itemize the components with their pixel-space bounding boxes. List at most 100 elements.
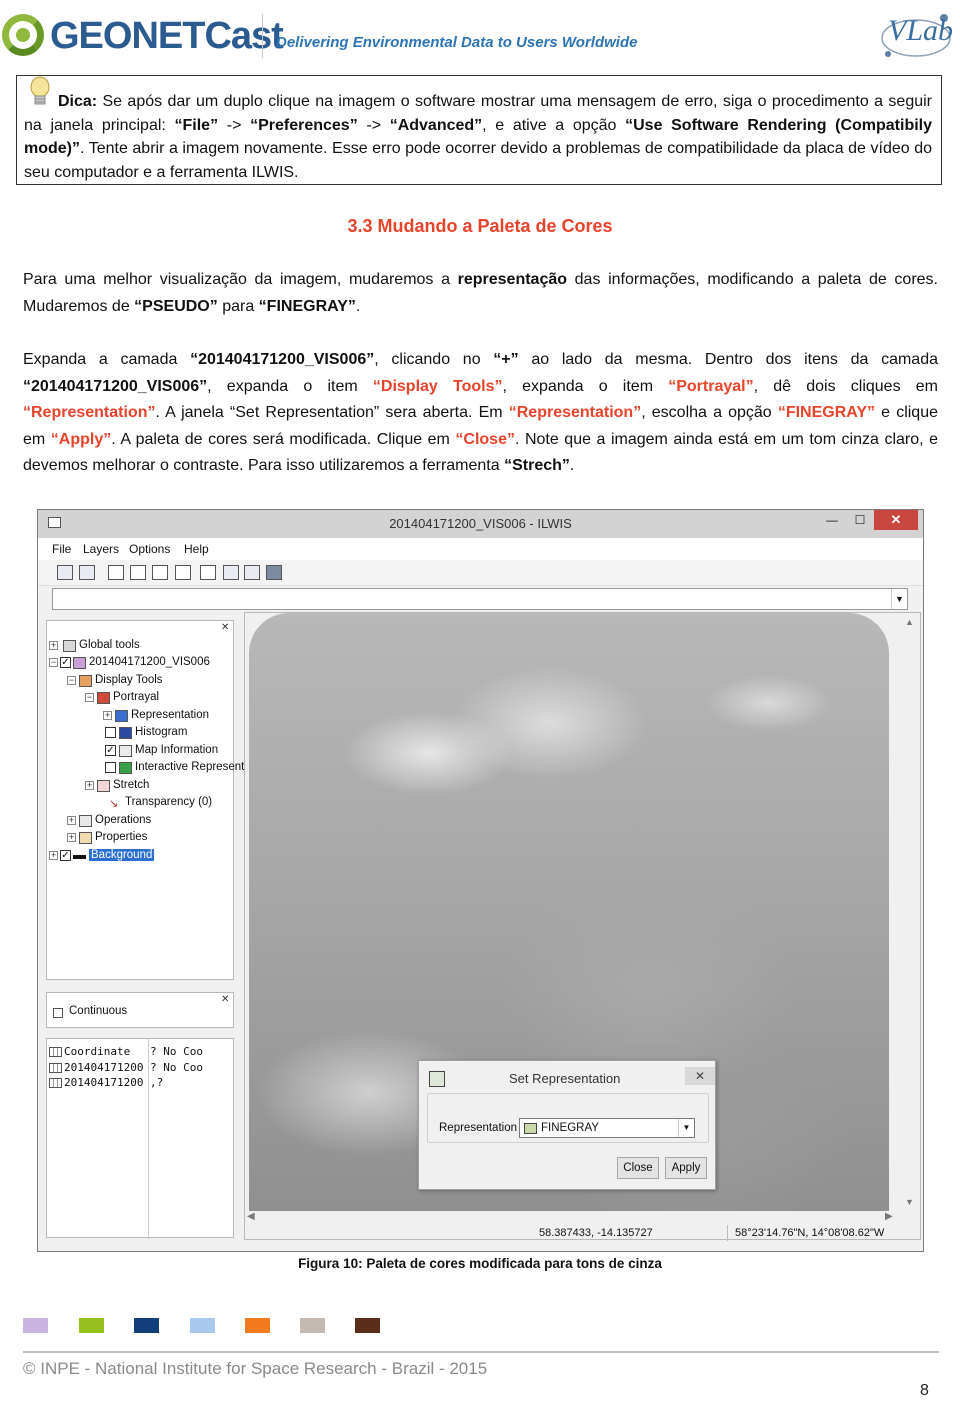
- menu-file[interactable]: File: [52, 542, 71, 556]
- geonetcast-logo-text: GEONETCast: [50, 15, 284, 57]
- expand-icon[interactable]: +: [67, 816, 76, 825]
- scroll-left-icon[interactable]: ◀: [247, 1211, 255, 1222]
- color-swatch: [23, 1318, 48, 1333]
- map-vscrollbar[interactable]: ▲ ▼: [901, 613, 919, 1213]
- command-line-input[interactable]: ▼: [52, 588, 908, 610]
- expand-icon[interactable]: +: [85, 781, 94, 790]
- menu-help[interactable]: Help: [184, 542, 209, 556]
- scroll-right-icon[interactable]: ▶: [885, 1211, 893, 1222]
- grid-icon: [49, 1078, 62, 1088]
- zoom-in-icon[interactable]: [130, 565, 146, 580]
- status-bar: 58.387433, -14.135727 58°23'14.76"N, 14°…: [535, 1225, 920, 1241]
- p2-text-2: , clicando no: [374, 351, 494, 368]
- checkbox-unchecked[interactable]: [105, 762, 116, 773]
- layers-icon[interactable]: [244, 565, 260, 580]
- menu-options[interactable]: Options: [129, 542, 170, 556]
- maximize-button[interactable]: ☐: [846, 510, 874, 530]
- operations-icon: [79, 815, 92, 827]
- toolbar: [38, 560, 923, 586]
- collapse-icon[interactable]: −: [85, 693, 94, 702]
- tip-label: Dica:: [58, 93, 98, 110]
- pane-close-icon[interactable]: ✕: [221, 994, 229, 1005]
- expand-icon[interactable]: +: [49, 851, 58, 860]
- scroll-up-icon[interactable]: ▲: [905, 617, 914, 627]
- p2-text-4: , expanda o item: [207, 377, 373, 395]
- p1-bold-2: “PSEUDO”: [134, 297, 218, 315]
- coord-row: 201404171200,?: [49, 1076, 163, 1091]
- tree-label: Portrayal: [113, 691, 160, 703]
- grid-icon: [49, 1047, 62, 1057]
- p2-text-10: . A paleta de cores será modificada. Cli…: [111, 430, 456, 448]
- collapse-icon[interactable]: −: [67, 676, 76, 685]
- checkbox-checked[interactable]: ✓: [105, 745, 116, 756]
- pane-close-icon[interactable]: ✕: [221, 622, 229, 633]
- palette-icon: [97, 692, 110, 704]
- layer-icon[interactable]: [223, 565, 239, 580]
- coord-value: ,?: [150, 1076, 164, 1089]
- p2-bold-2: “+”: [493, 351, 519, 368]
- tip-text: Dica: Se após dar um duplo clique na ima…: [24, 90, 932, 184]
- minimize-button[interactable]: —: [818, 510, 846, 530]
- figure-caption: Figura 10: Paleta de cores modificada pa…: [298, 1256, 662, 1271]
- menu-layers[interactable]: Layers: [83, 542, 119, 556]
- status-dms-coords: 58°23'14.76"N, 14°08'08.62"W: [735, 1227, 885, 1239]
- color-swatch: [190, 1318, 215, 1333]
- set-representation-dialog: Set Representation ✕ Representation FINE…: [418, 1060, 716, 1190]
- tree-label: Global tools: [79, 639, 140, 651]
- background-icon: [73, 855, 86, 859]
- tip-file: “File”: [174, 116, 219, 134]
- tree-label: Operations: [95, 814, 152, 826]
- tip-arrow-1: ->: [218, 116, 251, 134]
- p2-bold-1: “201404171200_VIS006”: [190, 351, 375, 368]
- coord-value: ? No Coo: [150, 1061, 203, 1074]
- dialog-close-icon[interactable]: ✕: [685, 1067, 715, 1085]
- p2-highlight-display-tools: “Display Tools”: [372, 377, 503, 395]
- save-icon[interactable]: [266, 565, 282, 580]
- expand-icon[interactable]: +: [103, 711, 112, 720]
- continuous-checkbox[interactable]: [53, 1008, 63, 1018]
- info-icon: [119, 745, 132, 757]
- p1-text-1: Para uma melhor visualização da imagem, …: [23, 271, 458, 288]
- coord-name: 201404171200: [64, 1076, 144, 1089]
- close-dialog-button[interactable]: Close: [617, 1157, 659, 1179]
- interactive-icon: [119, 762, 132, 774]
- p2-text-3: ao lado da mesma. Dentro dos itens da ca…: [518, 351, 938, 368]
- p1-bold-1: representação: [457, 271, 568, 288]
- status-decimal-coords: 58.387433, -14.135727: [539, 1227, 653, 1239]
- paragraph-2: Expanda a camada “201404171200_VIS006”, …: [23, 347, 938, 480]
- pan-icon[interactable]: [108, 565, 124, 580]
- coord-name: Coordinate: [64, 1045, 131, 1058]
- vlab-logo-text: VLab: [888, 14, 954, 47]
- zoom-out-icon[interactable]: [152, 565, 168, 580]
- color-swatch: [300, 1318, 325, 1333]
- open-icon[interactable]: [79, 565, 95, 580]
- grid-icon: [63, 640, 76, 652]
- representation-select[interactable]: FINEGRAY ▼: [519, 1118, 695, 1138]
- expand-icon[interactable]: +: [49, 641, 58, 650]
- map-hscrollbar[interactable]: ◀ ▶: [245, 1211, 901, 1225]
- footer-copyright: © INPE - National Institute for Space Re…: [23, 1359, 488, 1378]
- checkbox-checked[interactable]: ✓: [60, 850, 71, 861]
- p1-bold-3: “FINEGRAY”: [258, 297, 356, 315]
- tip-box: Dica: Se após dar um duplo clique na ima…: [16, 75, 942, 185]
- expand-icon[interactable]: +: [67, 833, 76, 842]
- tree-label-selected: Background: [89, 849, 155, 861]
- options-pane: ✕ Continuous: [46, 992, 234, 1028]
- p2-text-1: Expanda a camada: [23, 351, 191, 368]
- chevron-down-icon[interactable]: ▼: [678, 1119, 694, 1137]
- histogram-icon: [119, 727, 132, 739]
- tree-label: Properties: [95, 831, 148, 843]
- menu-bar: File Layers Options Help: [38, 538, 923, 560]
- chevron-down-icon[interactable]: ▼: [891, 589, 907, 609]
- new-icon[interactable]: [57, 565, 73, 580]
- checkbox-unchecked[interactable]: [105, 727, 116, 738]
- close-button[interactable]: ✕: [874, 510, 918, 530]
- checkbox-checked[interactable]: ✓: [60, 657, 71, 668]
- collapse-icon[interactable]: −: [49, 658, 58, 667]
- scroll-down-icon[interactable]: ▼: [905, 1197, 914, 1207]
- apply-button[interactable]: Apply: [665, 1157, 707, 1179]
- tree-label: Map Information: [135, 744, 219, 756]
- raster-icon: [73, 657, 86, 669]
- p2-highlight-apply: “Apply”: [50, 430, 112, 448]
- select-arrow-icon[interactable]: [200, 565, 216, 580]
